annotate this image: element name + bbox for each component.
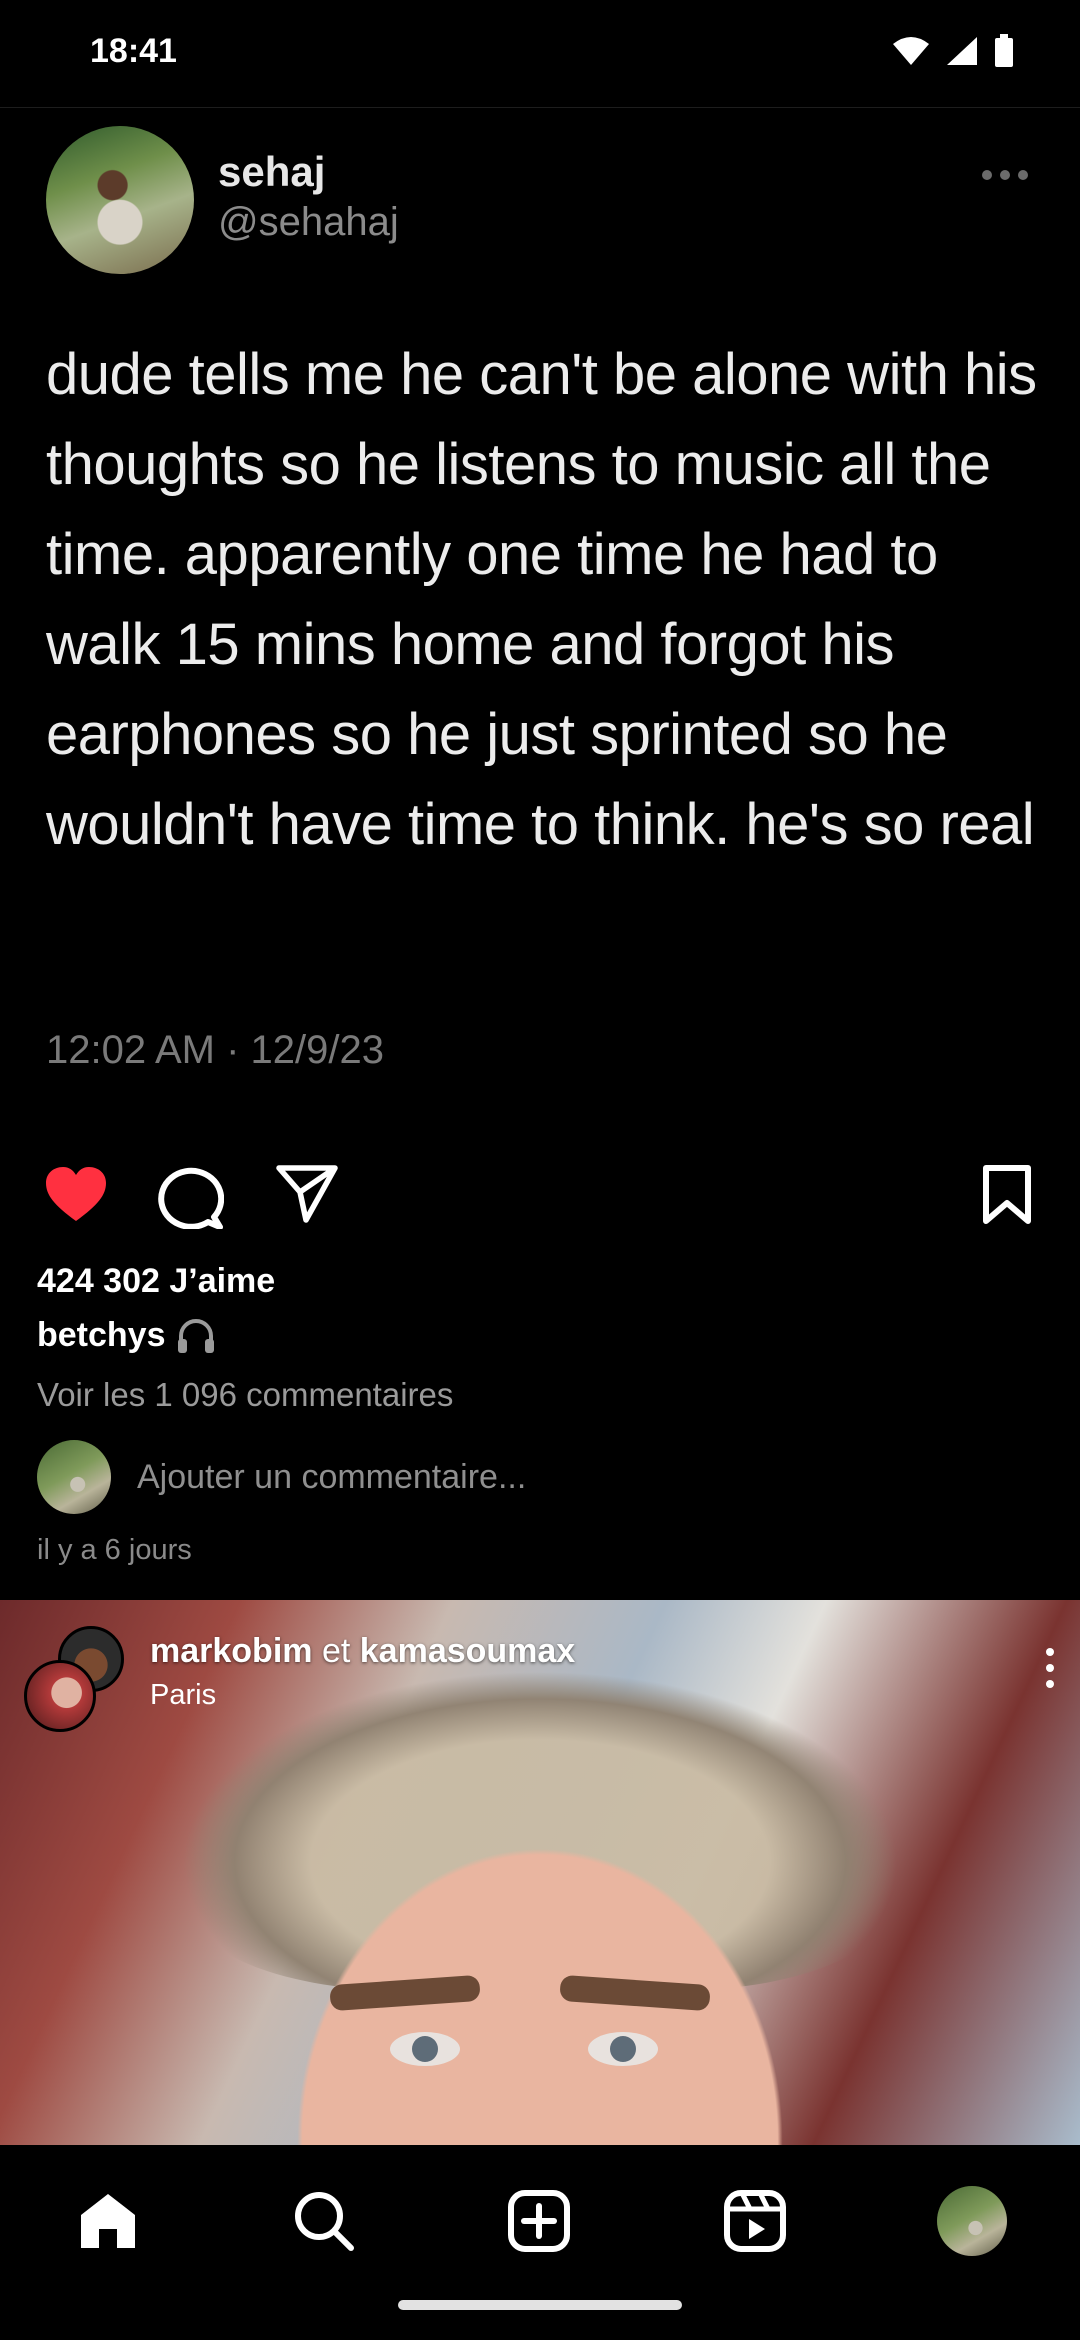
more-icon[interactable] [982, 170, 1028, 180]
like-count[interactable]: 424 302 J’aime [37, 1262, 275, 1301]
tweet-text: dude tells me he can't be alone with his… [46, 342, 1037, 857]
next-post-header: markobim et kamasoumax Paris [24, 1626, 575, 1732]
heart-icon[interactable] [44, 1165, 108, 1223]
nav-create[interactable] [503, 2185, 575, 2257]
collab-user-1[interactable]: markobim [150, 1632, 313, 1670]
collab-names: markobim et kamasoumax [150, 1626, 575, 1671]
avatar [24, 1660, 96, 1732]
status-icons [892, 34, 1014, 68]
share-icon[interactable] [276, 1165, 338, 1223]
wifi-icon [893, 37, 929, 65]
next-post[interactable]: markobim et kamasoumax Paris [0, 1600, 1080, 2145]
bookmark-icon[interactable] [982, 1165, 1032, 1225]
tweet-avatar[interactable] [46, 126, 194, 274]
post-image-detail [588, 2032, 658, 2066]
headphones-icon [177, 1318, 214, 1353]
status-bar: 18:41 [0, 0, 1080, 108]
tweet-author-name[interactable]: sehaj [218, 148, 325, 196]
avatar [37, 1440, 111, 1514]
bottom-nav [0, 2145, 1080, 2340]
create-icon [508, 2190, 570, 2252]
status-time: 18:41 [90, 32, 177, 70]
battery-icon [995, 34, 1013, 67]
view-comments-link[interactable]: Voir les 1 096 commentaires [37, 1376, 453, 1414]
post-actions [0, 1165, 1080, 1235]
search-icon [295, 2192, 354, 2251]
nav-search[interactable] [288, 2185, 360, 2257]
signal-icon [947, 37, 977, 65]
post-age: il y a 6 jours [37, 1534, 192, 1566]
caption-username[interactable]: betchys [37, 1316, 166, 1355]
add-comment-row[interactable]: Ajouter un commentaire... [37, 1440, 526, 1514]
add-comment-input[interactable]: Ajouter un commentaire... [137, 1458, 526, 1497]
home-icon [81, 2194, 135, 2248]
tweet-card[interactable]: sehaj @sehahaj dude tells me he can't be… [0, 108, 1080, 1128]
kebab-menu-icon[interactable] [1046, 1648, 1054, 1688]
collab-avatars[interactable] [24, 1626, 128, 1732]
nav-reels[interactable] [719, 2185, 791, 2257]
tweet-author-handle[interactable]: @sehahaj [218, 200, 399, 245]
tweet-timestamp: 12:02 AM · 12/9/23 [46, 1028, 385, 1072]
comment-icon[interactable] [158, 1165, 224, 1229]
caption: betchys [37, 1316, 216, 1355]
collab-joiner: et [321, 1632, 351, 1670]
profile-avatar [937, 2186, 1007, 2256]
post-location[interactable]: Paris [150, 1679, 575, 1712]
reels-icon [724, 2190, 786, 2252]
collab-user-2[interactable]: kamasoumax [360, 1632, 575, 1670]
nav-profile[interactable] [936, 2185, 1008, 2257]
nav-home[interactable] [72, 2185, 144, 2257]
home-indicator[interactable] [398, 2300, 682, 2310]
post-image-detail [390, 2032, 460, 2066]
